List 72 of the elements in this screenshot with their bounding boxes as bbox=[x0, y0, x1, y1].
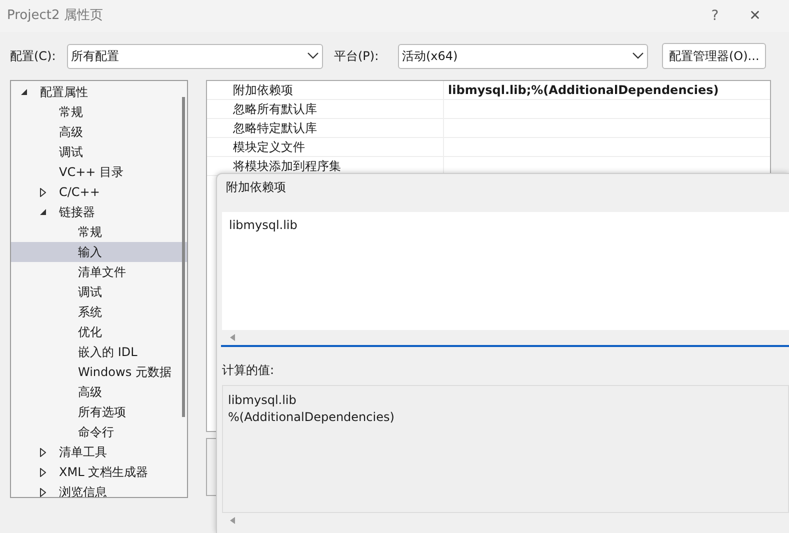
scrollbar-thumb[interactable] bbox=[182, 97, 185, 417]
config-manager-button[interactable]: 配置管理器(O)... bbox=[662, 43, 766, 69]
property-name: 附加依赖项 bbox=[232, 82, 294, 99]
chevron-down-icon bbox=[307, 52, 319, 60]
tree-item[interactable]: 嵌入的 IDL bbox=[11, 342, 187, 362]
tree-item[interactable]: 配置属性 bbox=[11, 82, 187, 102]
help-button[interactable]: ? bbox=[695, 6, 735, 26]
tree-label: 常规 bbox=[59, 104, 83, 121]
tree-label: 优化 bbox=[78, 324, 102, 341]
window-title: Project2 属性页 bbox=[7, 7, 104, 26]
computed-line: libmysql.lib bbox=[228, 392, 298, 409]
collapsed-triangle-icon[interactable] bbox=[40, 488, 46, 496]
property-name: 将模块添加到程序集 bbox=[232, 158, 342, 175]
input-text: libmysql.lib bbox=[228, 217, 298, 234]
tree-label: 命令行 bbox=[78, 424, 114, 441]
tree-label: 常规 bbox=[78, 224, 102, 241]
tree-item[interactable]: 常规 bbox=[11, 102, 187, 122]
platform-dropdown[interactable]: 活动(x64) bbox=[398, 44, 648, 68]
tree-label: VC++ 目录 bbox=[59, 164, 124, 181]
combo-value: 所有配置 bbox=[71, 48, 119, 65]
combo-value: 活动(x64) bbox=[402, 48, 458, 65]
tree-item[interactable]: XML 文档生成器 bbox=[11, 462, 187, 482]
tree-item[interactable]: 调试 bbox=[11, 142, 187, 162]
platform-label: 平台(P): bbox=[334, 48, 380, 65]
tree-item[interactable]: 清单文件 bbox=[11, 262, 187, 282]
tree-label: Windows 元数据 bbox=[78, 364, 172, 381]
tree-item[interactable]: 清单工具 bbox=[11, 442, 187, 462]
tree-item[interactable]: 高级 bbox=[11, 382, 187, 402]
tree-label: 调试 bbox=[59, 144, 83, 161]
tree-item[interactable]: 常规 bbox=[11, 222, 187, 242]
computed-label: 计算的值: bbox=[221, 362, 276, 379]
tree-item[interactable]: 输入 bbox=[11, 242, 187, 262]
tree-label: 输入 bbox=[78, 244, 102, 261]
tree-label: 所有选项 bbox=[78, 404, 126, 421]
tree-label: 清单文件 bbox=[78, 264, 126, 281]
property-value: libmysql.lib;%(AdditionalDependencies) bbox=[448, 82, 719, 99]
horizontal-scrollbar[interactable] bbox=[222, 330, 789, 344]
chevron-down-icon bbox=[632, 52, 644, 60]
tree-item[interactable]: 调试 bbox=[11, 282, 187, 302]
collapsed-triangle-icon[interactable] bbox=[40, 468, 46, 476]
input-field[interactable]: libmysql.lib bbox=[222, 212, 789, 344]
property-name: 忽略所有默认库 bbox=[232, 101, 318, 118]
config-dropdown[interactable]: 所有配置 bbox=[67, 44, 323, 68]
tree-label: 高级 bbox=[78, 384, 102, 401]
collapsed-triangle-icon[interactable] bbox=[40, 448, 46, 456]
tree-item[interactable]: VC++ 目录 bbox=[11, 162, 187, 182]
tree-item[interactable]: Windows 元数据 bbox=[11, 362, 187, 382]
tree-item[interactable]: 优化 bbox=[11, 322, 187, 342]
tree-label: 配置属性 bbox=[40, 84, 88, 101]
tree-item[interactable]: 所有选项 bbox=[11, 402, 187, 422]
tree-label: 嵌入的 IDL bbox=[78, 344, 138, 361]
property-name: 忽略特定默认库 bbox=[232, 120, 318, 137]
tree-item[interactable]: 系统 bbox=[11, 302, 187, 322]
tree-item[interactable]: 链接器 bbox=[11, 202, 187, 222]
close-button[interactable]: ✕ bbox=[735, 6, 775, 26]
tree-item[interactable]: C/C++ bbox=[11, 182, 187, 202]
expanded-triangle-icon[interactable] bbox=[21, 88, 28, 96]
tree-label: XML 文档生成器 bbox=[59, 464, 148, 481]
tree-label: 调试 bbox=[78, 284, 102, 301]
tree-label: C/C++ bbox=[59, 184, 100, 201]
dialog-title: 附加依赖项 bbox=[225, 179, 287, 196]
tree-label: 系统 bbox=[78, 304, 102, 321]
computed-line: %(AdditionalDependencies) bbox=[228, 409, 396, 426]
tree-item[interactable]: 高级 bbox=[11, 122, 187, 142]
tree-label: 高级 bbox=[59, 124, 83, 141]
property-name: 模块定义文件 bbox=[232, 139, 306, 156]
tree-label: 链接器 bbox=[59, 204, 95, 221]
config-label: 配置(C): bbox=[10, 48, 57, 65]
expanded-triangle-icon[interactable] bbox=[40, 208, 47, 216]
collapsed-triangle-icon[interactable] bbox=[40, 188, 46, 196]
tree-item[interactable]: 命令行 bbox=[11, 422, 187, 442]
tree-label: 清单工具 bbox=[59, 444, 107, 461]
